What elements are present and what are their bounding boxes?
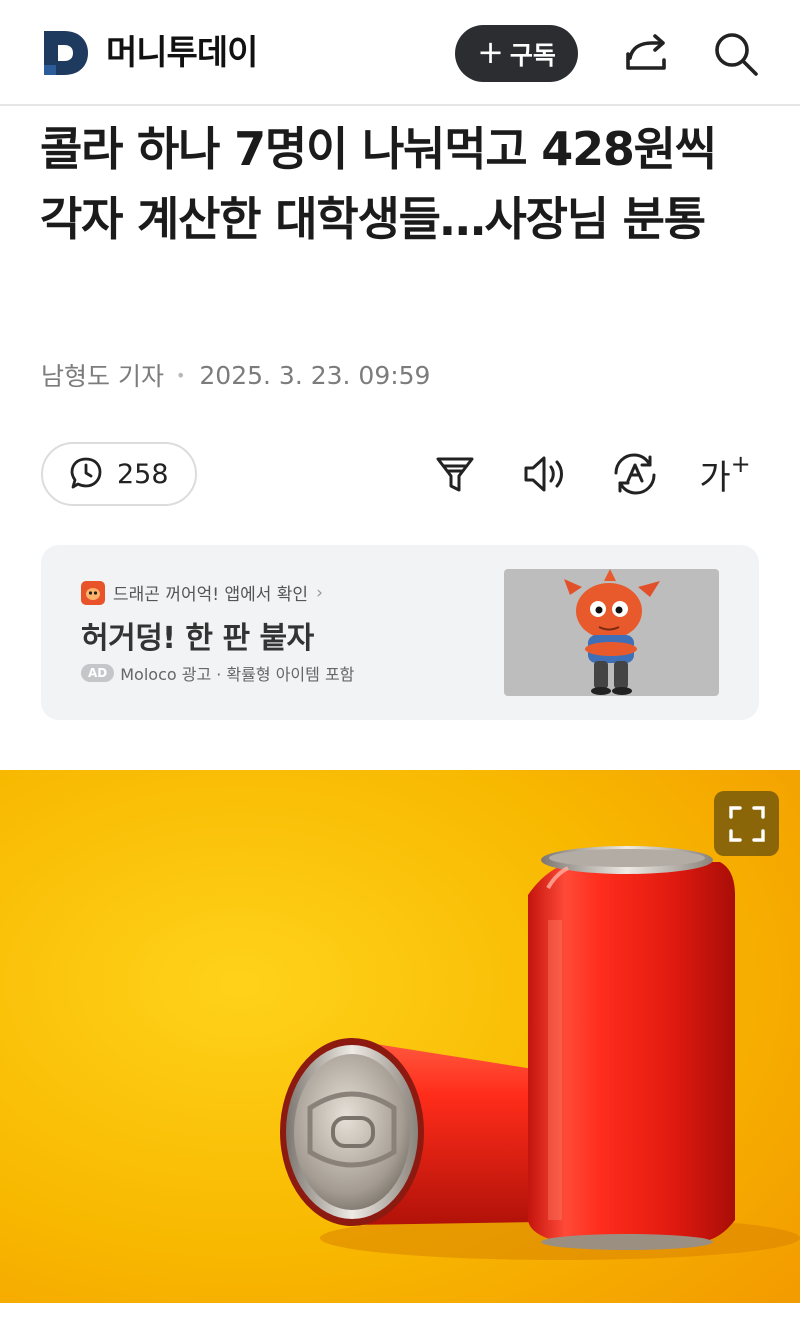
fullscreen-button[interactable]: [714, 791, 779, 856]
moneytoday-logo-icon[interactable]: [42, 29, 90, 77]
ad-source[interactable]: 드래곤 꺼어억! 앱에서 확인 ›: [81, 580, 323, 605]
ad-footer: AD Moloco 광고 · 확률형 아이템 포함: [81, 661, 354, 685]
translate-icon: [614, 453, 656, 495]
article-hero-image[interactable]: [0, 770, 800, 1303]
speaker-icon: [524, 456, 563, 492]
translate-button[interactable]: [611, 450, 659, 498]
summary-button[interactable]: [431, 450, 479, 498]
search-icon[interactable]: [712, 30, 760, 78]
ad-banner[interactable]: 드래곤 꺼어억! 앱에서 확인 › 허거덩! 한 판 붙자 AD Moloco …: [41, 545, 759, 720]
article-meta: 남형도 기자 • 2025. 3. 23. 09:59: [41, 357, 430, 393]
top-bar: 머니투데이 + 구독: [0, 0, 800, 106]
comment-button[interactable]: 258: [41, 442, 197, 506]
publish-date: 2025. 3. 23. 09:59: [199, 360, 431, 390]
separator-dot: •: [175, 365, 186, 385]
funnel-icon: [436, 457, 474, 492]
ad-title[interactable]: 허거덩! 한 판 붙자: [81, 613, 314, 657]
subscribe-label: 구독: [509, 40, 556, 70]
plus-icon: +: [730, 450, 751, 478]
subscribe-button[interactable]: + 구독: [455, 25, 578, 82]
share-icon[interactable]: [622, 30, 670, 78]
brand-name[interactable]: 머니투데이: [106, 30, 258, 76]
cola-cans-photo: [0, 770, 800, 1303]
comment-count: 258: [117, 458, 169, 490]
font-size-button[interactable]: 가 +: [699, 450, 751, 498]
plus-icon: +: [477, 33, 504, 71]
ad-source-label: 드래곤 꺼어억! 앱에서 확인: [113, 585, 309, 605]
expand-icon: [728, 805, 765, 842]
article-headline: 콜라 하나 7명이 나눠먹고 428원씩 각자 계산한 대학생들…사장님 분통: [40, 122, 717, 246]
app-icon: [81, 580, 105, 605]
ad-disclaimer: Moloco 광고 · 확률형 아이템 포함: [120, 665, 355, 684]
listen-button[interactable]: [521, 450, 569, 498]
ad-badge: AD: [81, 664, 115, 682]
chevron-right-icon: ›: [316, 582, 323, 603]
font-size-label: 가: [699, 457, 731, 498]
ad-image[interactable]: [504, 569, 719, 696]
reporter-name[interactable]: 남형도 기자: [41, 357, 164, 393]
comment-icon: [70, 457, 102, 489]
dragon-character-image: [564, 569, 660, 695]
